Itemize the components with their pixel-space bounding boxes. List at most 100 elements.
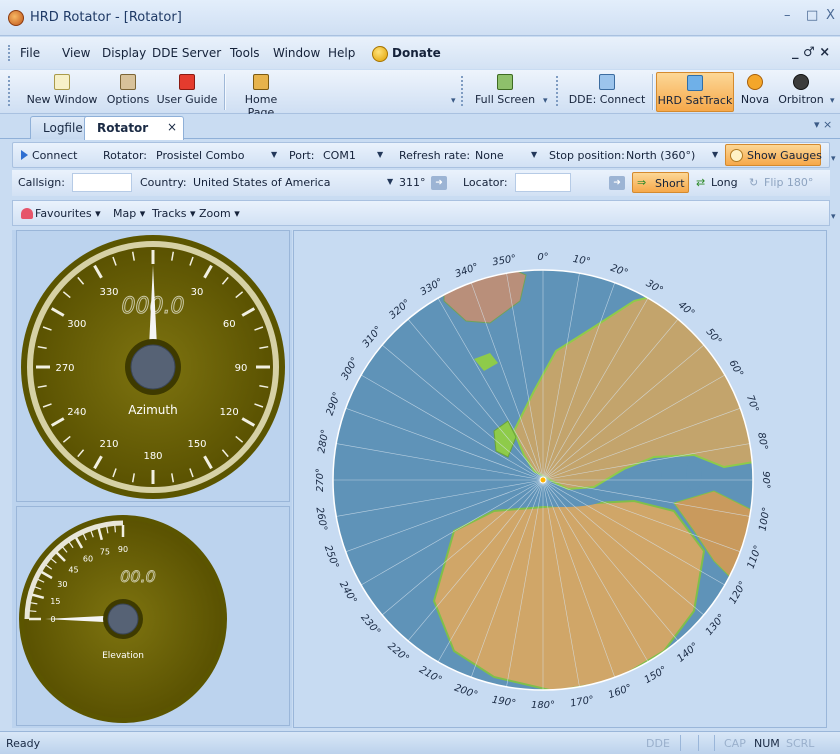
callsign-input[interactable] [72,173,132,192]
callsign-label: Callsign: [18,176,65,189]
elevation-tick [114,525,117,533]
menu-display[interactable]: Display [102,46,146,60]
map-panel: 0° 10° 20° 30° 40° 50° 60° 70° 80° 90° 100° 110° 120… [293,230,827,728]
mdi-controls[interactable]: _ ♂ × [792,45,830,60]
menu-dde-server[interactable]: DDE Server [152,46,221,60]
azimuth-hub [130,344,176,390]
full-screen-button[interactable]: Full Screen [472,72,538,112]
minimize-button[interactable]: – [784,8,791,23]
connect-icon [21,150,28,160]
menu-window[interactable]: Window [273,46,320,60]
full-screen-icon [497,74,513,90]
document-tabs: Logfile Rotator × ▾ × [0,114,840,140]
bearing-label: 20° [609,263,629,279]
long-path-button[interactable]: Long [711,176,738,189]
toolbar-grip-2 [461,76,464,106]
tab-rotator[interactable]: Rotator × [84,116,184,140]
refresh-dropdown-icon[interactable]: ▼ [531,150,537,159]
toolbar-separator [224,74,225,110]
rotator-label: Rotator: [103,149,148,162]
tabstrip-controls[interactable]: ▾ × [814,118,832,131]
locator-input[interactable] [515,173,571,192]
azimuth-gauge: 330303006027090240120210150180 000.0 Azi… [21,235,285,499]
flip-180-button[interactable]: Flip 180° [764,176,813,189]
new-window-icon [54,74,70,90]
menu-tools[interactable]: Tools [230,46,260,60]
tab-rotator-label: Rotator [97,121,149,135]
show-gauges-button[interactable]: Show Gauges [725,144,822,166]
elevation-hub [107,603,139,635]
app-icon [8,10,24,26]
main-toolbar: New Window Options User Guide Home Page … [0,70,840,119]
bearing-go-button[interactable]: ➜ [431,176,447,190]
orbitron-button[interactable]: Orbitron [776,72,826,112]
locator-go-button[interactable]: ➜ [609,176,625,190]
caspian-sea [686,459,702,491]
map-menu[interactable]: Map ▾ [113,207,145,220]
port-label: Port: [289,149,315,162]
tracks-menu[interactable]: Tracks ▾ [152,207,196,220]
bearing-label: 300° [340,356,362,382]
donate-icon [372,46,388,62]
bearing-label: 180° [531,700,555,711]
menu-view[interactable]: View [62,46,90,60]
menu-donate[interactable]: Donate [392,46,441,60]
title-bar: HRD Rotator - [Rotator] – □ X [0,0,840,36]
port-dropdown-icon[interactable]: ▼ [377,150,383,159]
stop-dropdown-icon[interactable]: ▼ [712,150,718,159]
port-select[interactable]: COM1 [323,149,356,162]
menu-file[interactable]: File [20,46,40,60]
connection-overflow-chevron[interactable]: ▾ [831,154,836,164]
country-dropdown-icon[interactable]: ▼ [387,177,393,186]
bearing-label: 170° [569,695,595,710]
status-divider-3 [714,735,715,751]
connect-button[interactable]: Connect [32,149,77,162]
stop-position-select[interactable]: North (360°) [626,149,695,162]
short-path-button[interactable]: ⇒ Short [632,172,689,193]
africa-landmass [432,499,706,690]
bearing-label: 50° [704,327,724,348]
bearing-label: 150° [643,665,669,687]
bearing-label: 270° [315,468,326,492]
nova-label: Nova [740,93,770,106]
favourites-toolbar: Favourites ▾ Map ▾ Tracks ▾ Zoom ▾ [12,200,830,226]
azimuth-scale-label: 30 [191,287,204,298]
menu-help[interactable]: Help [328,46,355,60]
maximize-button[interactable]: □ [806,8,818,23]
bearing-label: 80° [755,432,769,451]
home-page-button[interactable]: Home Page [230,72,292,119]
azimuthal-map[interactable]: 0° 10° 20° 30° 40° 50°60°70° 80° 90° 100° 110° 120… [294,231,828,729]
rotator-dropdown-icon[interactable]: ▼ [271,150,277,159]
toolbar-overflow-chevron-2[interactable]: ▾ [543,96,548,106]
rotator-select[interactable]: Prosistel Combo [156,149,244,162]
toolbar-overflow-chevron[interactable]: ▾ [451,96,456,106]
azimuth-scale-label: 210 [99,439,118,450]
toolbar-overflow-chevron-3[interactable]: ▾ [830,96,835,106]
azimuth-scale-label: 240 [67,407,86,418]
status-divider [680,735,681,751]
options-button[interactable]: Options [104,72,152,112]
bearing-label: 130° [704,612,728,638]
zoom-menu[interactable]: Zoom ▾ [199,207,240,220]
user-guide-button[interactable]: User Guide [156,72,218,112]
tab-close-icon[interactable]: × [167,120,177,134]
nova-button[interactable]: Nova [738,72,772,112]
toolbar-grip [8,76,11,106]
dde-connect-button[interactable]: DDE: Connect [566,72,648,112]
close-button[interactable]: X [826,8,835,23]
country-select[interactable]: United States of America [193,176,330,189]
refresh-rate-select[interactable]: None [475,149,504,162]
favourites-overflow-chevron[interactable]: ▾ [831,212,836,222]
bearing-label: 350° [492,253,518,268]
locator-label: Locator: [463,176,508,189]
hrd-sattrack-button[interactable]: HRD SatTrack [656,72,734,112]
bearing-label: 290° [325,391,344,417]
bearing-label: 100° [758,506,773,532]
azimuth-scale-label: 90 [235,363,248,374]
new-window-button[interactable]: New Window [26,72,98,112]
heart-icon [21,208,33,219]
favourites-menu[interactable]: Favourites ▾ [35,207,101,220]
elevation-readout: 00.0 [120,567,156,586]
options-label: Options [106,93,150,106]
azimuth-scale-label: 270 [55,363,74,374]
